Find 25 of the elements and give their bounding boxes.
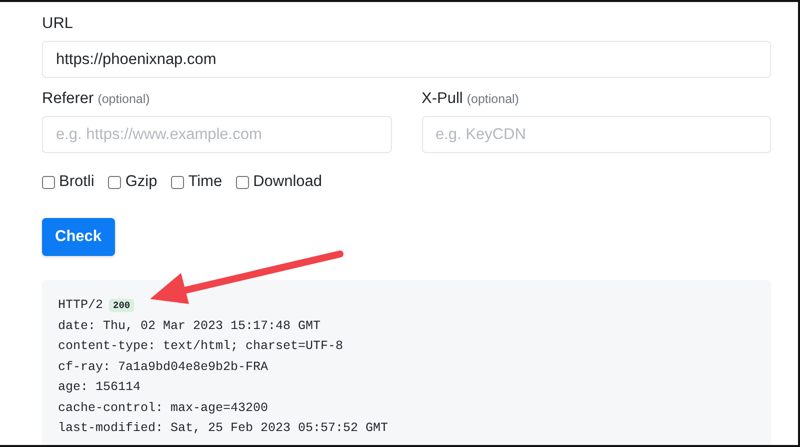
check-button[interactable]: Check <box>42 218 115 256</box>
url-field[interactable]: https://phoenixnap.com <box>42 41 771 78</box>
field-label: URL <box>42 15 74 33</box>
header-line: last-modified: Sat, 25 Feb 2023 05:57:52 GMT <box>58 421 388 436</box>
header-line: cache-control: max-age=43200 <box>58 400 268 415</box>
optional-note: (optional) <box>466 92 519 106</box>
checkbox[interactable] <box>171 176 184 188</box>
header-line: age: 156114 <box>58 380 141 394</box>
checkbox[interactable] <box>236 176 250 188</box>
protocol-text: HTTP/2 <box>58 298 104 312</box>
status-badge: 200 <box>109 298 134 312</box>
optional-note: (optional) <box>98 92 150 106</box>
checkbox-label: Gzip <box>125 173 158 191</box>
field-label: Referer <box>42 90 94 108</box>
checkbox-label: Time <box>188 173 222 191</box>
field-label: X-Pull <box>422 90 463 108</box>
input-field[interactable]: e.g. https://www.example.com <box>42 116 392 153</box>
header-line: date: Thu, 02 Mar 2023 15:17:48 GMT <box>58 318 321 333</box>
checkbox[interactable] <box>42 176 55 188</box>
input-field[interactable]: e.g. KeyCDN <box>422 116 771 153</box>
checkbox-label: Brotli <box>59 173 94 191</box>
checkbox-label: Download <box>253 173 322 191</box>
header-line: cf-ray: 7a1a9bd04e8e9b2b-FRA <box>58 360 268 374</box>
checkbox[interactable] <box>108 176 122 188</box>
header-line: content-type: text/html; charset=UTF-8 <box>58 339 344 354</box>
